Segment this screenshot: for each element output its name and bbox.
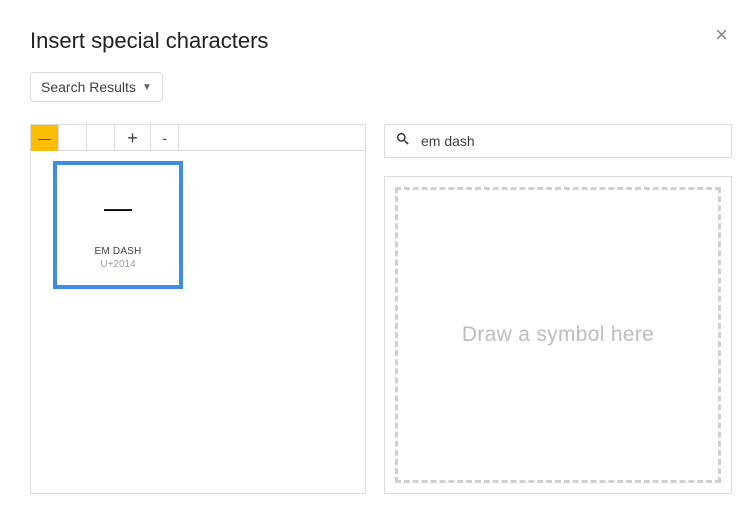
draw-panel: Draw a symbol here [384,176,732,494]
char-tab-emdash[interactable]: — [31,125,59,151]
close-icon[interactable]: × [711,20,732,50]
category-dropdown[interactable]: Search Results ▼ [30,72,163,102]
preview-name: EM DASH [95,246,142,257]
draw-placeholder: Draw a symbol here [462,323,654,347]
char-tab-plus[interactable]: + [115,125,151,151]
char-preview[interactable]: — EM DASH U+2014 [53,161,183,289]
draw-area[interactable]: Draw a symbol here [395,187,721,483]
search-input[interactable] [419,132,721,150]
char-tab-minus[interactable]: - [151,125,179,151]
chevron-down-icon: ▼ [142,82,152,93]
preview-code: U+2014 [100,259,135,270]
dropdown-label: Search Results [41,79,136,95]
dialog-title: Insert special characters [30,28,268,54]
search-box[interactable] [384,124,732,158]
char-tab-2[interactable] [87,125,115,151]
char-tab-row: — + - [31,125,365,151]
preview-glyph: — [104,194,132,222]
char-tab-1[interactable] [59,125,87,151]
search-icon [395,131,411,152]
results-panel: — + - — EM DASH U+2014 [30,124,366,494]
